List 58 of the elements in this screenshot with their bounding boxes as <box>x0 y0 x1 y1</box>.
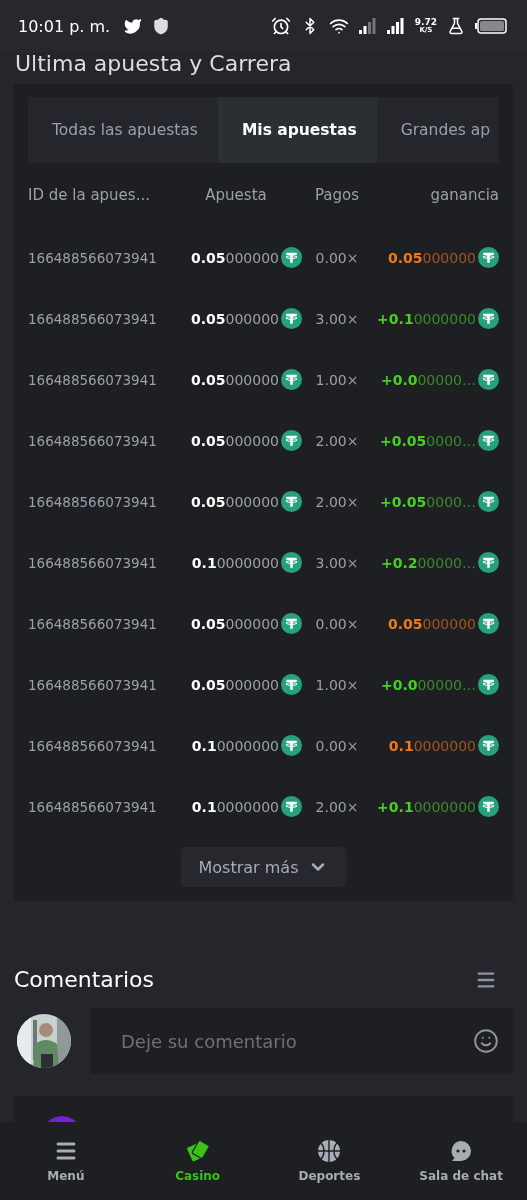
bet-amount: 0.05000000 <box>191 676 279 693</box>
column-header: ID de la apues... <box>28 186 151 205</box>
bet-amount: 0.10000000 <box>191 554 279 571</box>
payout-multiplier: 0.00× <box>314 737 360 754</box>
nav-item[interactable]: Casino <box>131 1122 264 1200</box>
comment-box[interactable]: Deje su comentario <box>91 1008 513 1075</box>
bet-amount: 0.05000000 <box>191 615 279 632</box>
payout-multiplier: 3.00× <box>314 310 360 327</box>
bet-id: 166488566073941 <box>28 249 158 266</box>
bet-id: 166488566073941 <box>28 615 158 632</box>
profit-amount: 0.10000000 <box>388 737 476 754</box>
payout-multiplier: 1.00× <box>314 371 360 388</box>
profit-amount: 0.05000000 <box>388 249 476 266</box>
column-header: Apuesta <box>204 186 268 205</box>
bet-amount: 0.05000000 <box>191 493 279 510</box>
bet-id: 166488566073941 <box>28 310 158 327</box>
bet-id: 166488566073941 <box>28 371 158 388</box>
bet-id: 166488566073941 <box>28 798 158 815</box>
profit-amount: 0.05000000 <box>388 615 476 632</box>
bet-amount: 0.10000000 <box>191 737 279 754</box>
bet-amount: 0.10000000 <box>191 798 279 815</box>
payout-multiplier: 2.00× <box>314 432 360 449</box>
bet-id: 166488566073941 <box>28 676 158 693</box>
profit-amount: +0.000000… <box>380 371 476 388</box>
payout-multiplier: 0.00× <box>314 615 360 632</box>
tab[interactable]: Grandes ap <box>376 97 499 164</box>
bet-amount: 0.05000000 <box>191 249 279 266</box>
nav-item[interactable]: Menú <box>0 1122 132 1200</box>
column-header: ganancia <box>429 186 499 205</box>
bet-amount: 0.05000000 <box>191 371 279 388</box>
bet-id: 166488566073941 <box>28 493 158 510</box>
column-header: Pagos <box>313 186 361 205</box>
profit-amount: +0.000000… <box>380 676 476 693</box>
payout-multiplier: 3.00× <box>314 554 360 571</box>
profit-amount: +0.200000… <box>380 554 476 571</box>
tab[interactable]: Todas las apuestas <box>28 97 218 164</box>
section-title: Ultima apuesta y Carrera <box>15 52 293 77</box>
bet-amount: 0.05000000 <box>191 310 279 327</box>
status-time: 10:01 p. m. <box>18 16 111 36</box>
profit-amount: +0.10000000 <box>377 798 476 815</box>
bet-id: 166488566073941 <box>28 432 158 449</box>
nav-item[interactable]: Sala de chat <box>395 1122 527 1200</box>
tab[interactable]: Mis apuestas <box>217 97 377 164</box>
profit-amount: +0.10000000 <box>377 310 476 327</box>
comment-field[interactable]: Deje su comentario <box>119 1029 473 1053</box>
bet-amount: 0.05000000 <box>191 432 279 449</box>
network-speed: 9.72 <box>414 18 437 27</box>
comments-title: Comentarios <box>14 967 154 993</box>
show-more-button[interactable]: Mostrar más <box>180 847 347 888</box>
nav-item[interactable]: Deportes <box>263 1122 396 1200</box>
payout-multiplier: 1.00× <box>314 676 360 693</box>
payout-multiplier: 0.00× <box>314 249 360 266</box>
profit-amount: +0.050000… <box>380 493 476 510</box>
payout-multiplier: 2.00× <box>314 798 360 815</box>
bet-id: 166488566073941 <box>28 554 158 571</box>
payout-multiplier: 2.00× <box>314 493 360 510</box>
profit-amount: +0.050000… <box>380 432 476 449</box>
bet-id: 166488566073941 <box>28 737 158 754</box>
